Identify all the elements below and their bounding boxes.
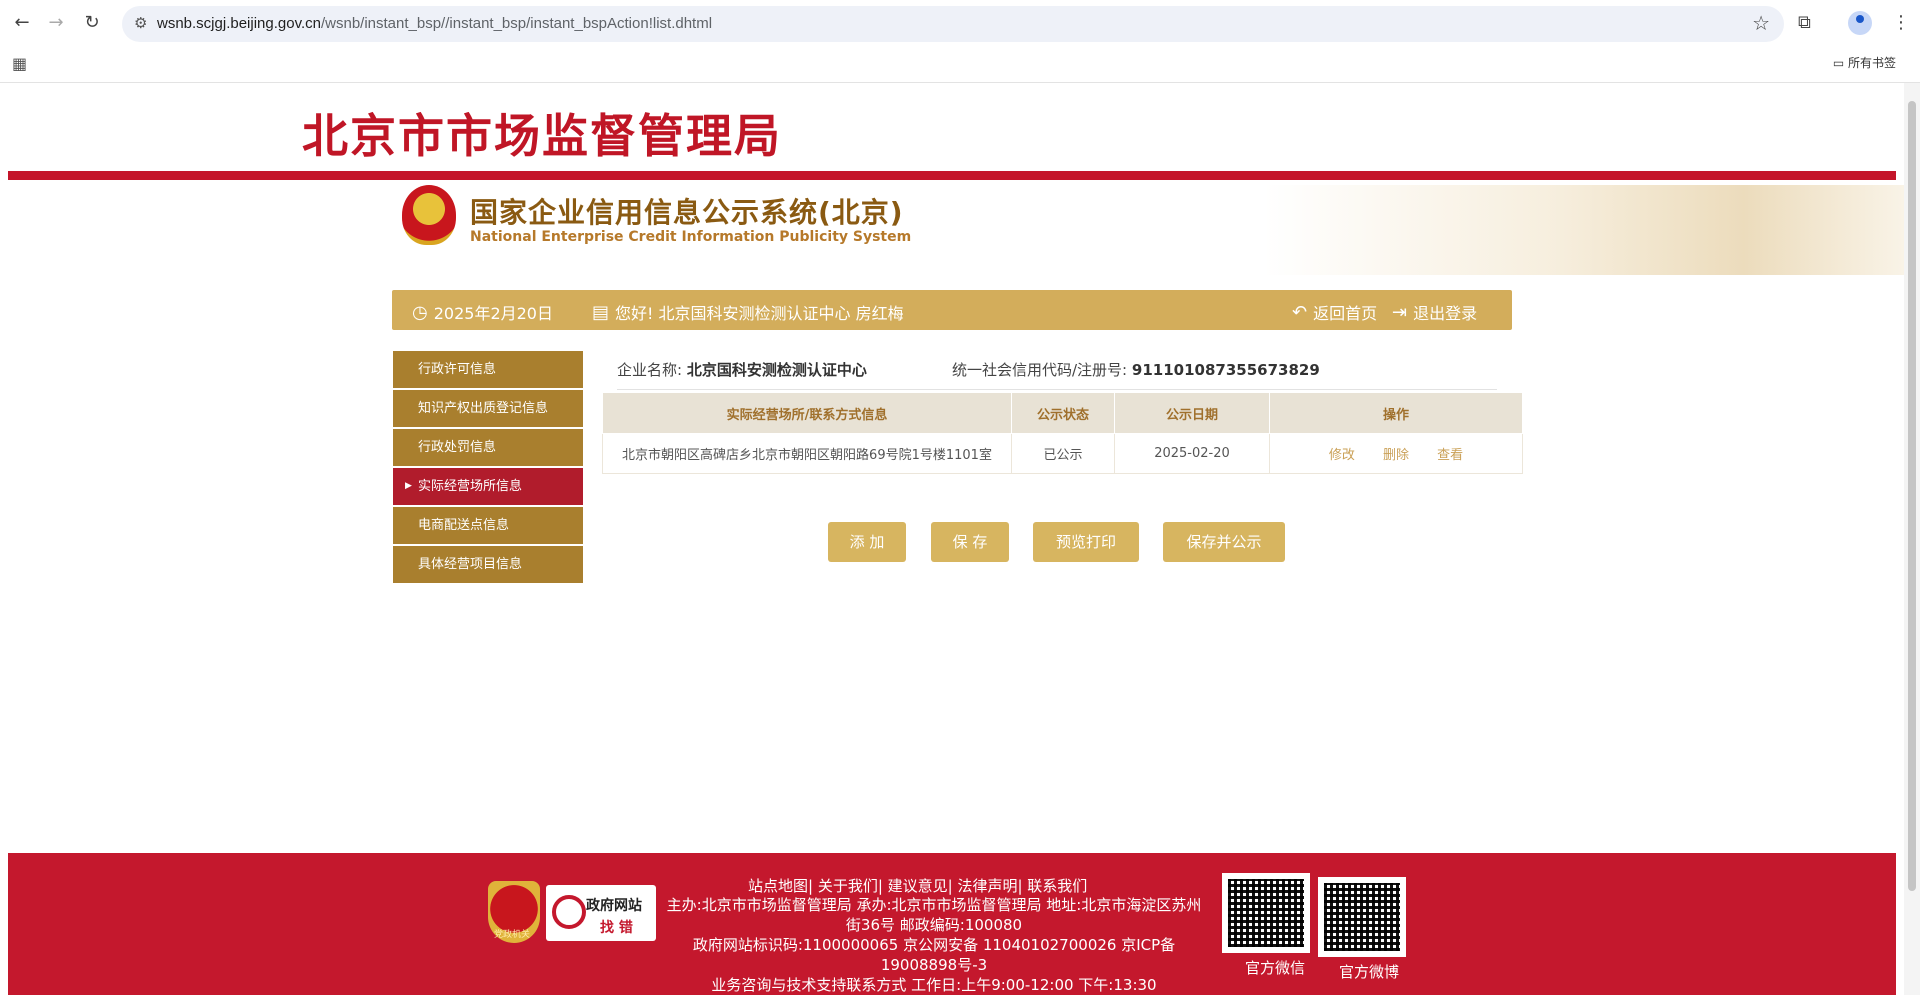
- date-display: ◷ 2025年2月20日: [412, 301, 553, 324]
- system-banner: 国家企业信用信息公示系统(北京) National Enterprise Cre…: [392, 185, 1904, 275]
- company-info: 企业名称: 北京国科安测检测认证中心 统一社会信用代码/注册号: 9111010…: [617, 351, 1497, 390]
- footer: 党政机关 政府网站 找 错 站点地图| 关于我们| 建议意见| 法律声明| 联系…: [8, 853, 1896, 995]
- url-text[interactable]: wsnb.scjgj.beijing.gov.cn/wsnb/instant_b…: [157, 15, 712, 32]
- col-header-address: 实际经营场所/联系方式信息: [602, 392, 1012, 434]
- edit-link[interactable]: 修改: [1329, 448, 1355, 463]
- party-gov-label: 党政机关: [494, 930, 531, 940]
- apps-grid-icon[interactable]: ▦: [12, 54, 27, 73]
- logout-link[interactable]: ⇥ 退出登录: [1392, 300, 1477, 324]
- col-header-actions: 操作: [1269, 392, 1523, 434]
- sidebar-item-ip-pledge[interactable]: 知识产权出质登记信息: [393, 390, 583, 427]
- magnifier-icon: [552, 895, 586, 929]
- logout-icon: ⇥: [1392, 301, 1408, 323]
- weibo-qr-code: [1318, 877, 1406, 957]
- col-header-status: 公示状态: [1011, 392, 1115, 434]
- cell-address: 北京市朝阳区高碑店乡北京市朝阳区朝阳路69号院1号楼1101室: [602, 433, 1012, 474]
- col-header-date: 公示日期: [1114, 392, 1270, 434]
- sidebar-menu: 行政许可信息 知识产权出质登记信息 行政处罚信息 ▶ 实际经营场所信息 电商配送点…: [393, 351, 583, 585]
- reload-icon[interactable]: ↻: [80, 11, 104, 35]
- more-menu-icon[interactable]: ⋮: [1892, 12, 1910, 33]
- sidebar-item-business-premises[interactable]: ▶ 实际经营场所信息: [393, 468, 583, 505]
- caret-right-icon: ▶: [405, 481, 412, 491]
- company-name-row: 企业名称: 北京国科安测检测认证中心: [617, 361, 867, 379]
- page-content: 北京市市场监督管理局 国家企业信用信息公示系统(北京) National Ent…: [0, 83, 1904, 995]
- return-icon: ↶: [1292, 301, 1308, 323]
- save-button[interactable]: 保 存: [931, 522, 1009, 562]
- bookmarks-bar: ▦ ▭ 所有书签: [0, 48, 1920, 83]
- preview-print-button[interactable]: 预览打印: [1033, 522, 1139, 562]
- weibo-label: 官方微博: [1339, 963, 1400, 981]
- sidebar-item-business-items[interactable]: 具体经营项目信息: [393, 546, 583, 583]
- browser-toolbar: ← → ↻ ⚙ wsnb.scjgj.beijing.gov.cn/wsnb/i…: [0, 0, 1920, 48]
- site-info-icon[interactable]: ⚙: [134, 14, 147, 32]
- user-greeting: ▤ 您好! 北京国科安测检测认证中心 房红梅: [592, 301, 904, 324]
- address-bar[interactable]: ⚙ wsnb.scjgj.beijing.gov.cn/wsnb/instant…: [122, 6, 1784, 42]
- table-header-row: 实际经营场所/联系方式信息 公示状态 公示日期 操作: [602, 392, 1523, 434]
- sidebar-item-admin-license[interactable]: 行政许可信息: [393, 351, 583, 388]
- wechat-qr-code: [1222, 873, 1310, 953]
- clock-icon: ◷: [412, 301, 428, 323]
- folder-icon: ▭: [1832, 56, 1848, 70]
- cell-date: 2025-02-20: [1114, 433, 1270, 474]
- sidebar-item-ecommerce-delivery[interactable]: 电商配送点信息: [393, 507, 583, 544]
- delete-link[interactable]: 删除: [1383, 448, 1409, 463]
- system-subtitle: National Enterprise Credit Information P…: [470, 229, 912, 245]
- save-publish-button[interactable]: 保存并公示: [1163, 522, 1285, 562]
- credit-code-row: 统一社会信用代码/注册号: 911101087355673829: [952, 361, 1320, 379]
- view-link[interactable]: 查看: [1437, 448, 1463, 463]
- home-link[interactable]: ↶ 返回首页: [1292, 300, 1377, 324]
- mountain-decoration: [1264, 185, 1904, 275]
- header-divider: [8, 171, 1896, 180]
- cell-status: 已公示: [1011, 433, 1115, 474]
- national-emblem-icon: [402, 185, 456, 245]
- vertical-scrollbar[interactable]: [1904, 83, 1920, 995]
- premises-table: 实际经营场所/联系方式信息 公示状态 公示日期 操作 北京市朝阳区高碑店乡北京市…: [602, 392, 1523, 474]
- table-row: 北京市朝阳区高碑店乡北京市朝阳区朝阳路69号院1号楼1101室 已公示 2025…: [602, 433, 1523, 474]
- wechat-label: 官方微信: [1245, 959, 1306, 977]
- user-card-icon: ▤: [592, 301, 610, 323]
- bookmark-star-icon[interactable]: ☆: [1752, 11, 1770, 35]
- scrollbar-thumb[interactable]: [1908, 101, 1916, 891]
- system-title: 国家企业信用信息公示系统(北京): [470, 196, 904, 229]
- back-arrow-icon[interactable]: ←: [10, 11, 34, 35]
- sidebar-item-admin-penalty[interactable]: 行政处罚信息: [393, 429, 583, 466]
- agency-title: 北京市市场监督管理局: [302, 109, 782, 163]
- gov-site-error-badge[interactable]: 政府网站 找 错: [546, 885, 656, 941]
- profile-avatar-icon[interactable]: [1848, 11, 1872, 35]
- footer-info: 主办:北京市市场监督管理局 承办:北京市市场监督管理局 地址:北京市海淀区苏州街…: [666, 896, 1202, 994]
- extensions-icon[interactable]: ⧉: [1798, 12, 1811, 33]
- info-bar: ◷ 2025年2月20日 ▤ 您好! 北京国科安测检测认证中心 房红梅 ↶ 返回…: [392, 290, 1512, 330]
- all-bookmarks-folder[interactable]: ▭ 所有书签: [1833, 54, 1896, 71]
- add-button[interactable]: 添 加: [828, 522, 906, 562]
- cell-actions: 修改 删除 查看: [1269, 433, 1523, 474]
- footer-links[interactable]: 站点地图| 关于我们| 建议意见| 法律声明| 联系我们: [748, 875, 1087, 896]
- forward-arrow-icon[interactable]: →: [44, 11, 68, 35]
